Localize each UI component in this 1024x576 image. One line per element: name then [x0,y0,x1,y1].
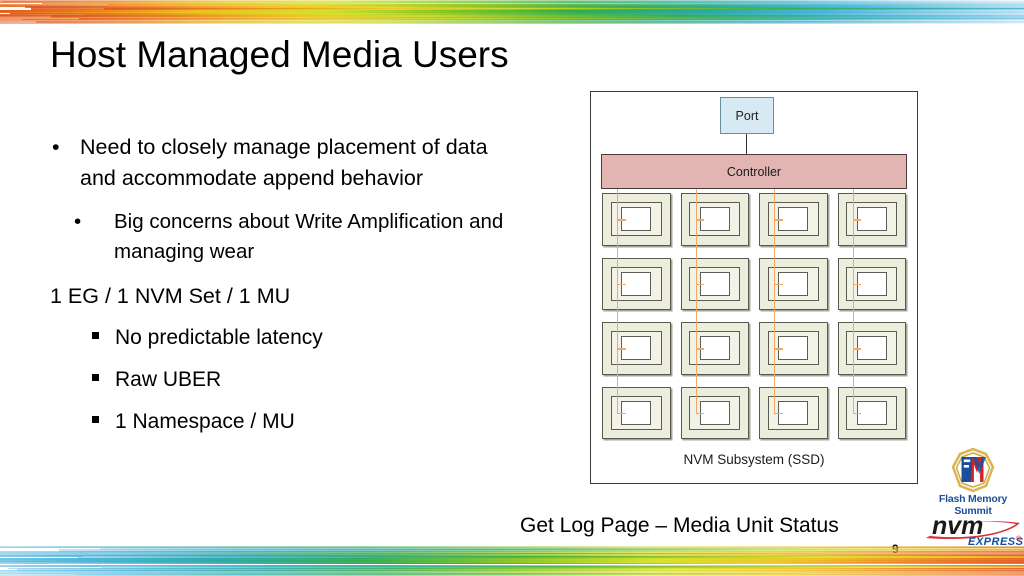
media-unit-trace-stub [696,284,705,285]
list-item-label: No predictable latency [115,323,526,353]
nvm-express-logo: nvm EXPRESS ® [920,508,1024,552]
list-item: No predictable latency [46,323,526,353]
media-unit-cell [602,193,671,246]
media-unit-trace-stub [696,348,705,349]
media-unit-trace-stub [774,413,783,414]
fms-badge-icon [950,448,996,492]
media-unit-cell [681,322,750,375]
list-item: • Need to closely manage placement of da… [46,132,526,193]
bullet-marker-square [92,332,99,339]
top-decoration-band [0,0,1024,24]
list-item: • Big concerns about Write Amplification… [46,207,526,267]
media-unit-cell [602,258,671,311]
media-unit-cell [759,193,828,246]
media-unit-trace-stub [853,219,862,220]
media-unit-trace-stub [617,348,626,349]
media-unit-cell [602,322,671,375]
controller-trace-line [774,189,775,413]
media-unit-trace-stub [853,413,862,414]
media-unit-trace-stub [617,219,626,220]
media-unit-cell [838,258,907,311]
bullet-marker-square [92,416,99,423]
list-item: 1 EG / 1 NVM Set / 1 MU [46,281,526,311]
media-unit-cell [759,322,828,375]
subsystem-label: NVM Subsystem (SSD) [591,452,917,467]
media-unit-trace-stub [774,348,783,349]
port-controller-connector [746,134,747,155]
diagram-caption: Get Log Page – Media Unit Status [520,514,839,538]
bullet-marker-round: • [74,207,81,237]
controller-trace-line [696,189,697,413]
media-unit-cell [759,258,828,311]
media-unit-trace-stub [774,219,783,220]
bullet-marker-round: • [52,132,60,163]
bottom-decoration-band [0,546,1024,576]
media-unit-trace-stub [617,284,626,285]
page-title: Host Managed Media Users [50,33,509,77]
list-item: Raw UBER [46,365,526,395]
list-item: 1 Namespace / MU [46,407,526,437]
media-unit-cell [681,193,750,246]
svg-text:®: ® [1016,535,1022,543]
controller-trace-line [853,189,854,413]
media-unit-trace-stub [617,413,626,414]
media-unit-cell [681,258,750,311]
media-unit-cell [759,387,828,440]
media-unit-trace-stub [853,348,862,349]
list-item-label: 1 EG / 1 NVM Set / 1 MU [50,281,526,311]
media-unit-cell [838,387,907,440]
media-unit-cell [838,322,907,375]
media-unit-grid [602,193,906,439]
bullet-list: • Need to closely manage placement of da… [46,132,526,449]
media-unit-trace-stub [774,284,783,285]
list-item-label: Need to closely manage placement of data… [80,132,526,193]
media-unit-cell [602,387,671,440]
flash-memory-summit-logo: Flash Memory Summit [925,448,1021,510]
media-unit-cell [838,193,907,246]
media-unit-trace-stub [696,413,705,414]
list-item-label: Raw UBER [115,365,526,395]
controller-trace-line [617,189,618,413]
media-unit-cell [681,387,750,440]
media-unit-trace-stub [853,284,862,285]
list-item-label: 1 Namespace / MU [115,407,526,437]
list-item-label: Big concerns about Write Amplification a… [114,207,526,267]
slide-canvas: Host Managed Media Users • Need to close… [0,0,1024,576]
media-unit-trace-stub [696,219,705,220]
controller-box: Controller [601,154,907,189]
nvm-subsystem-diagram: Port Controller NVM Subsystem (SSD) [590,91,918,484]
bullet-marker-square [92,374,99,381]
page-number: 9 [892,542,899,556]
port-box: Port [720,97,774,134]
